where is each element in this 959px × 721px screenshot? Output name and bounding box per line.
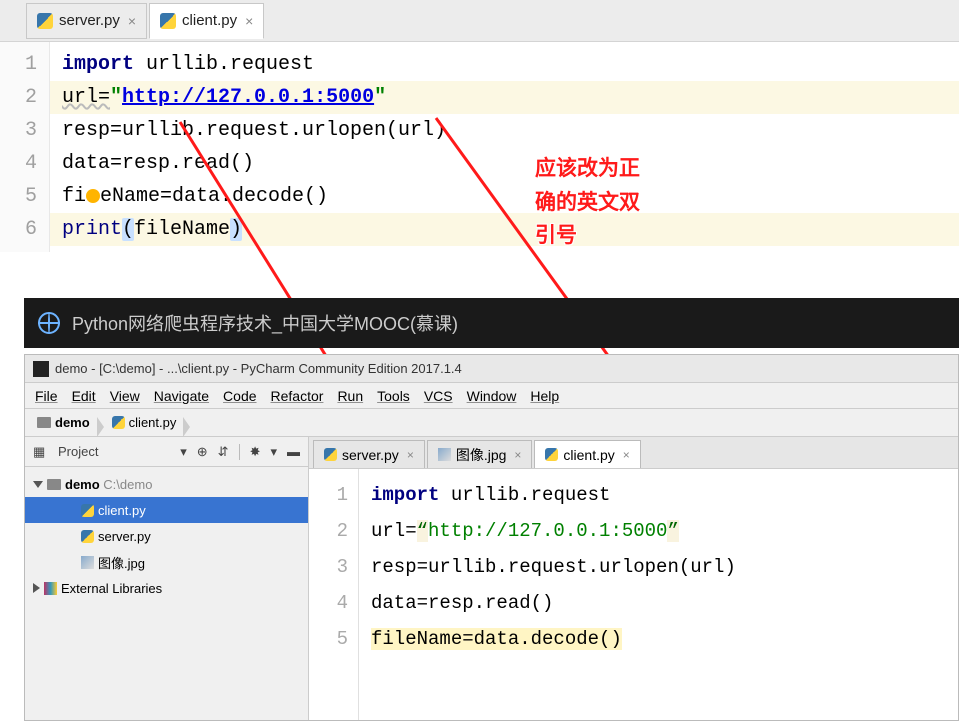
python-icon bbox=[160, 13, 176, 29]
globe-icon bbox=[38, 312, 60, 334]
top-editor: server.py × client.py × 123456 import ur… bbox=[0, 0, 959, 252]
ide-code-body[interactable]: import urllib.request url=“http://127.0.… bbox=[359, 469, 736, 720]
tab-label: client.py bbox=[182, 12, 237, 29]
close-icon[interactable]: × bbox=[245, 13, 253, 29]
tab-server-py[interactable]: server.py × bbox=[26, 3, 147, 39]
ide-tab-server[interactable]: server.py × bbox=[313, 440, 425, 468]
image-icon bbox=[81, 556, 94, 569]
menu-vcs[interactable]: VCS bbox=[424, 388, 453, 404]
python-icon bbox=[545, 448, 558, 461]
line-gutter: 123456 bbox=[0, 42, 50, 252]
top-tabbar: server.py × client.py × bbox=[0, 0, 959, 42]
python-icon bbox=[81, 530, 94, 543]
menu-navigate[interactable]: Navigate bbox=[154, 388, 209, 404]
project-tree[interactable]: demo C:\demo client.py server.py 图像.jpg bbox=[25, 467, 308, 605]
menu-tools[interactable]: Tools bbox=[377, 388, 410, 404]
python-icon bbox=[37, 13, 53, 29]
gear-icon[interactable]: ✸ bbox=[250, 444, 261, 460]
top-code-area[interactable]: 123456 import urllib.request url="http:/… bbox=[0, 42, 959, 252]
ide-window: demo - [C:\demo] - ...\client.py - PyCha… bbox=[24, 354, 959, 721]
library-icon bbox=[44, 582, 57, 595]
project-view-icon[interactable]: ▦ bbox=[33, 444, 48, 459]
target-icon[interactable]: ⊕ bbox=[197, 444, 208, 460]
close-icon[interactable]: × bbox=[407, 448, 414, 462]
tree-root[interactable]: demo C:\demo bbox=[25, 471, 308, 497]
ide-editor-pane: server.py × 图像.jpg × client.py × 12345 bbox=[309, 437, 958, 720]
crumb-client[interactable]: client.py bbox=[108, 415, 185, 430]
browser-tab-bar: Python网络爬虫程序技术_中国大学MOOC(慕课) bbox=[24, 298, 959, 348]
url-literal[interactable]: http://127.0.0.1:5000 bbox=[122, 86, 374, 109]
hide-icon[interactable]: ▬ bbox=[287, 444, 300, 459]
project-label[interactable]: Project bbox=[58, 444, 98, 459]
python-icon bbox=[324, 448, 337, 461]
tab-label: server.py bbox=[59, 12, 120, 29]
menu-view[interactable]: View bbox=[110, 388, 140, 404]
image-icon bbox=[438, 448, 451, 461]
python-icon bbox=[112, 416, 125, 429]
collapse-icon[interactable]: ⇵ bbox=[218, 444, 229, 460]
expand-icon[interactable] bbox=[33, 583, 40, 593]
menu-refactor[interactable]: Refactor bbox=[271, 388, 324, 404]
tree-ext-libs[interactable]: External Libraries bbox=[25, 575, 308, 601]
ide-body: ▦ Project ▾ ⊕ ⇵ ✸ ▾ ▬ demo C:\demo bbox=[25, 437, 958, 720]
menu-edit[interactable]: Edit bbox=[72, 388, 96, 404]
ide-tab-client[interactable]: client.py × bbox=[534, 440, 640, 468]
menu-help[interactable]: Help bbox=[530, 388, 559, 404]
tab-client-py[interactable]: client.py × bbox=[149, 3, 264, 39]
ide-gutter: 12345 bbox=[309, 469, 359, 720]
ide-code-area[interactable]: 12345 import urllib.request url=“http://… bbox=[309, 469, 958, 720]
close-icon[interactable]: × bbox=[128, 13, 136, 29]
chevron-down-icon[interactable]: ▾ bbox=[180, 444, 187, 460]
folder-icon bbox=[47, 479, 61, 490]
annotation-correct-quotes: 应该改为正 确的英文双 引号 bbox=[535, 152, 640, 253]
pycharm-icon bbox=[33, 361, 49, 377]
tree-file-server[interactable]: server.py bbox=[25, 523, 308, 549]
menu-run[interactable]: Run bbox=[337, 388, 363, 404]
lightbulb-icon[interactable] bbox=[86, 189, 100, 203]
code-body[interactable]: import urllib.request url="http://127.0.… bbox=[50, 42, 959, 252]
kw-import: import bbox=[62, 53, 134, 76]
ide-editor-tabs: server.py × 图像.jpg × client.py × bbox=[309, 437, 958, 469]
ide-titlebar: demo - [C:\demo] - ...\client.py - PyCha… bbox=[25, 355, 958, 383]
browser-tab-title[interactable]: Python网络爬虫程序技术_中国大学MOOC(慕课) bbox=[72, 310, 458, 336]
menu-window[interactable]: Window bbox=[467, 388, 517, 404]
menu-file[interactable]: File bbox=[35, 388, 58, 404]
crumb-demo[interactable]: demo bbox=[33, 415, 98, 430]
menu-code[interactable]: Code bbox=[223, 388, 256, 404]
ide-tab-image[interactable]: 图像.jpg × bbox=[427, 440, 533, 468]
close-icon[interactable]: × bbox=[623, 448, 630, 462]
project-pane: ▦ Project ▾ ⊕ ⇵ ✸ ▾ ▬ demo C:\demo bbox=[25, 437, 309, 720]
tree-file-image[interactable]: 图像.jpg bbox=[25, 549, 308, 575]
breadcrumb: demo client.py bbox=[25, 409, 958, 437]
python-icon bbox=[81, 504, 94, 517]
chevron-down-icon[interactable]: ▾ bbox=[270, 444, 277, 460]
ide-menu: File Edit View Navigate Code Refactor Ru… bbox=[25, 383, 958, 409]
project-toolrow: ▦ Project ▾ ⊕ ⇵ ✸ ▾ ▬ bbox=[25, 437, 308, 467]
expand-icon[interactable] bbox=[33, 481, 43, 488]
tree-file-client[interactable]: client.py bbox=[25, 497, 308, 523]
folder-icon bbox=[37, 417, 51, 428]
close-icon[interactable]: × bbox=[514, 448, 521, 462]
